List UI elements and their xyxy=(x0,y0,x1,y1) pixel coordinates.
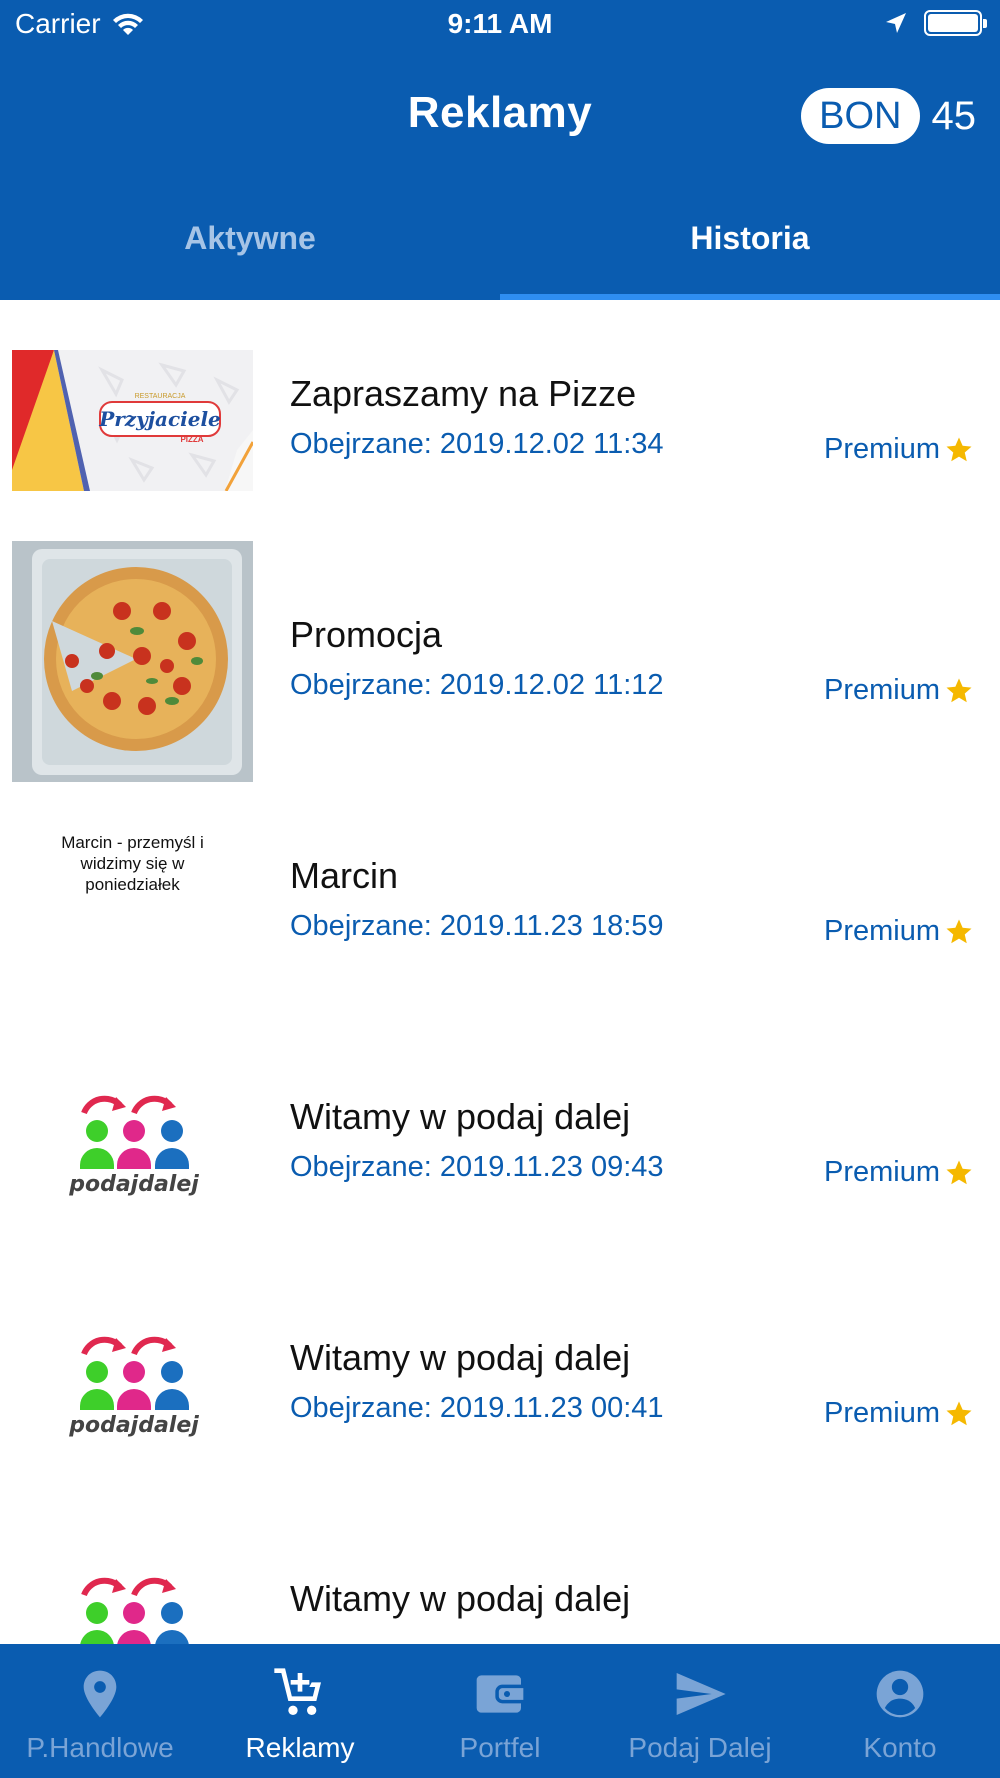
pizza-photo-image xyxy=(12,541,253,782)
bottom-tab-bar: P.Handlowe Reklamy Portfel Podaj Dalej K… xyxy=(0,1644,1000,1778)
bon-balance[interactable]: BON 45 xyxy=(801,88,976,144)
podaj-dalej-logo-image: podajdalej xyxy=(68,1095,199,1197)
list-item[interactable]: RESTAURACJA Przyjaciele PIZZA Zapraszamy… xyxy=(0,300,1000,541)
svg-text:Przyjaciele: Przyjaciele xyxy=(98,407,221,431)
star-icon xyxy=(946,1401,972,1425)
ad-title: Witamy w podaj dalej xyxy=(290,1096,631,1137)
przyjaciele-logo-image: RESTAURACJA Przyjaciele PIZZA xyxy=(12,350,253,491)
ad-thumbnail: podajdalej xyxy=(12,1073,253,1214)
ad-history-list[interactable]: RESTAURACJA Przyjaciele PIZZA Zapraszamy… xyxy=(0,300,1000,1644)
ad-title: Marcin xyxy=(290,855,399,896)
tabbar-item-handlowe[interactable]: P.Handlowe xyxy=(0,1644,200,1778)
tabbar-label: P.Handlowe xyxy=(26,1732,174,1763)
tabbar-label: Portfel xyxy=(459,1732,541,1763)
premium-badge: Premium xyxy=(824,433,974,466)
premium-badge: Premium xyxy=(824,1156,974,1189)
location-pin-icon xyxy=(83,1670,117,1718)
location-arrow-icon xyxy=(886,13,906,33)
account-icon xyxy=(876,1670,924,1718)
ad-thumbnail: podajdalej xyxy=(12,1555,253,1644)
ad-thumbnail: RESTAURACJA Przyjaciele PIZZA xyxy=(12,350,253,491)
tabbar-item-konto[interactable]: Konto xyxy=(800,1644,1000,1778)
ad-title: Zapraszamy na Pizze xyxy=(290,373,637,414)
list-item[interactable]: podajdalej Witamy w podaj dalej Obejrzan… xyxy=(0,1264,1000,1505)
list-item[interactable]: podajdalej Witamy w podaj dalej xyxy=(0,1505,1000,1644)
status-right xyxy=(884,10,987,36)
tabbar-item-reklamy[interactable]: Reklamy xyxy=(200,1644,400,1778)
battery-icon xyxy=(924,10,987,36)
ad-title: Promocja xyxy=(290,614,443,655)
tabbar-item-podaj-dalej[interactable]: Podaj Dalej xyxy=(600,1644,800,1778)
send-icon xyxy=(676,1673,726,1715)
ad-viewed-date: Obejrzane: 2019.12.02 11:34 xyxy=(290,428,664,460)
tabbar-label: Konto xyxy=(863,1732,937,1763)
ad-viewed-date: Obejrzane: 2019.11.23 09:43 xyxy=(290,1151,664,1183)
ad-viewed-date: Obejrzane: 2019.11.23 00:41 xyxy=(290,1392,664,1424)
premium-label: Premium xyxy=(823,674,940,706)
ad-viewed-date: Obejrzane: 2019.11.23 18:59 xyxy=(290,910,664,942)
star-icon xyxy=(946,919,972,943)
wallet-icon xyxy=(476,1675,524,1713)
status-time: 9:11 AM xyxy=(447,8,553,39)
svg-text:RESTAURACJA: RESTAURACJA xyxy=(135,393,186,400)
list-item[interactable]: Promocja Obejrzane: 2019.12.02 11:12 Pre… xyxy=(0,541,1000,782)
premium-label: Premium xyxy=(823,1397,940,1429)
ad-title: Witamy w podaj dalej xyxy=(290,1337,631,1378)
premium-badge: Premium xyxy=(824,1397,974,1430)
tab-historia[interactable]: Historia xyxy=(500,200,1000,300)
tab-aktywne[interactable]: Aktywne xyxy=(0,200,500,300)
premium-badge: Premium xyxy=(824,915,974,948)
star-icon xyxy=(946,1160,972,1184)
list-item[interactable]: Marcin - przemyśl i widzimy się w ponied… xyxy=(0,782,1000,1023)
thumbnail-text: Marcin - przemyśl i widzimy się w ponied… xyxy=(61,833,204,894)
ad-thumbnail: podajdalej xyxy=(12,1314,253,1455)
star-icon xyxy=(946,678,972,702)
segment-tabs: Aktywne Historia xyxy=(0,200,1000,300)
premium-label: Premium xyxy=(823,1156,940,1188)
svg-text:PIZZA: PIZZA xyxy=(180,435,203,444)
app-header: Carrier 9:11 AM Reklamy BON 45 Aktywne H… xyxy=(0,0,1000,300)
svg-text:podajdalej: podajdalej xyxy=(68,1413,199,1438)
tabbar-label: Podaj Dalej xyxy=(628,1732,772,1763)
bon-count: 45 xyxy=(931,93,977,138)
star-icon xyxy=(946,437,972,461)
ad-thumbnail xyxy=(12,541,253,782)
status-bar: Carrier 9:11 AM xyxy=(0,0,1000,50)
podaj-dalej-logo-image: podajdalej xyxy=(68,1336,199,1438)
ad-title: Witamy w podaj dalej xyxy=(290,1578,631,1619)
tabbar-label: Reklamy xyxy=(245,1732,355,1763)
list-item[interactable]: podajdalej Witamy w podaj dalej Obejrzan… xyxy=(0,1023,1000,1264)
premium-badge: Premium xyxy=(824,674,974,707)
premium-label: Premium xyxy=(823,433,940,465)
premium-label: Premium xyxy=(823,915,940,947)
cart-add-icon xyxy=(274,1668,321,1715)
bon-badge: BON xyxy=(801,88,920,144)
podaj-dalej-logo-image: podajdalej xyxy=(80,1577,189,1644)
ad-thumbnail: Marcin - przemyśl i widzimy się w ponied… xyxy=(12,832,253,973)
svg-text:podajdalej: podajdalej xyxy=(68,1172,199,1197)
tabbar-item-portfel[interactable]: Portfel xyxy=(400,1644,600,1778)
ad-viewed-date: Obejrzane: 2019.12.02 11:12 xyxy=(290,669,664,701)
